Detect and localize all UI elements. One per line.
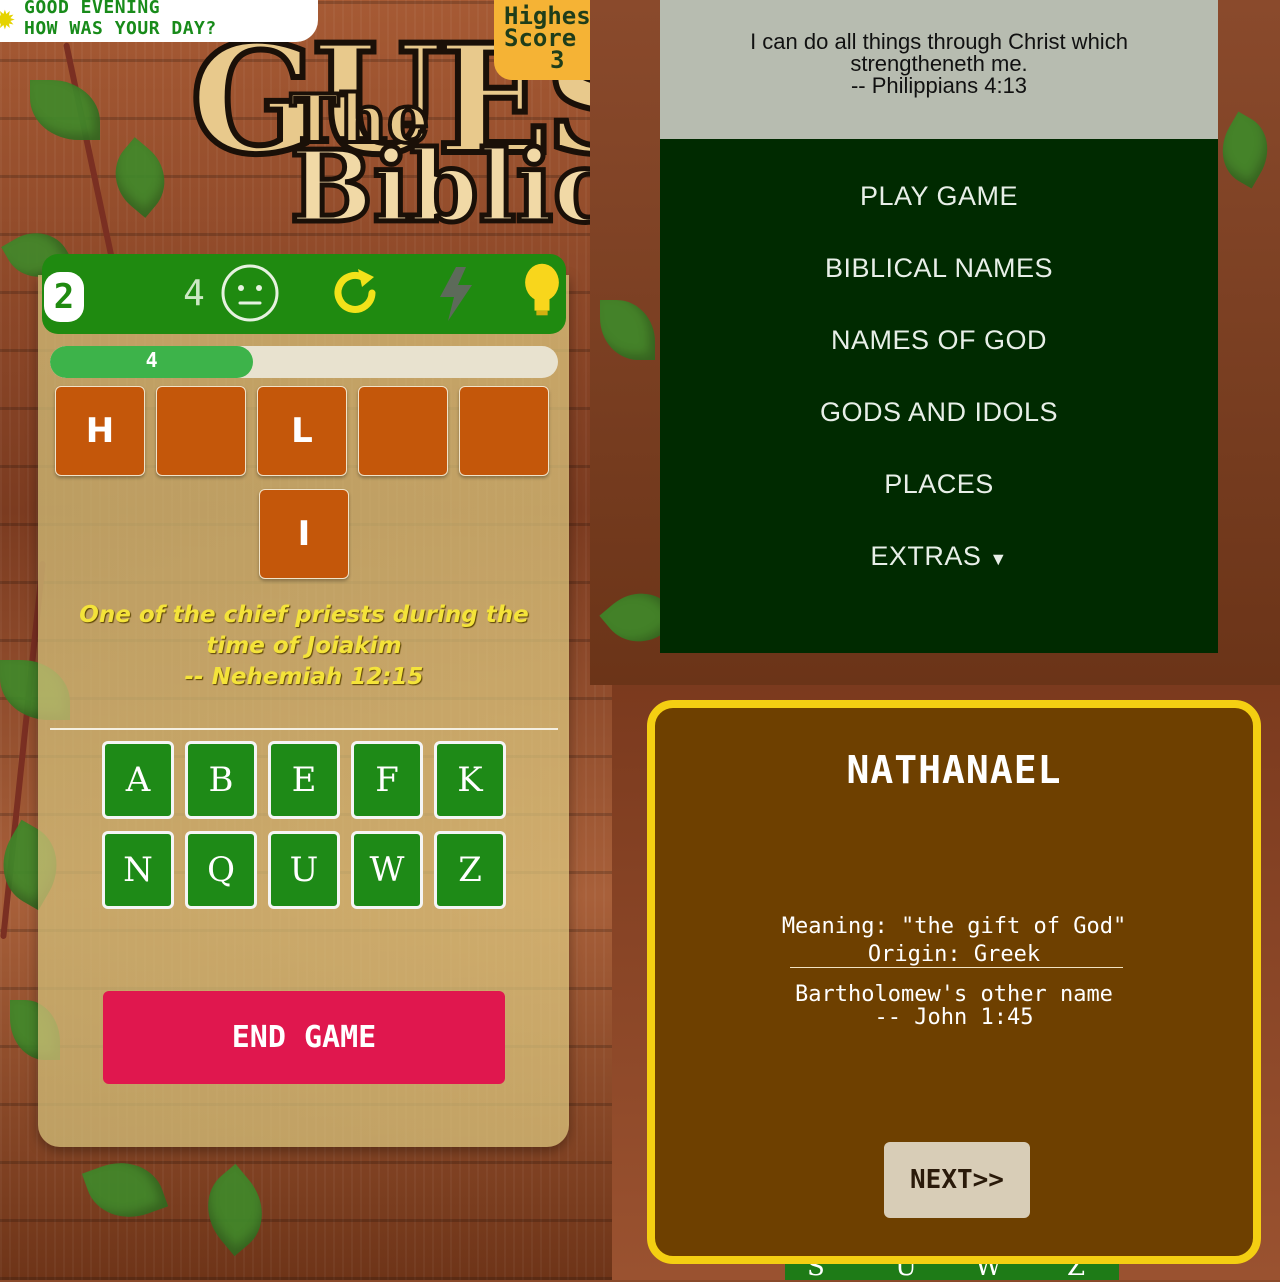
letter-key[interactable]: U [268, 831, 340, 909]
clue-text: One of the chief priests during the time… [50, 600, 558, 693]
lightning-icon[interactable] [426, 263, 486, 323]
lives-counter: 4 [183, 273, 205, 314]
refresh-icon[interactable] [326, 263, 386, 323]
answer-tile[interactable]: L [257, 386, 347, 476]
progress-bar: 4 [50, 346, 558, 378]
lightbulb-icon[interactable] [512, 260, 572, 320]
main-menu: PLAY GAME BIBLICAL NAMES NAMES OF GOD GO… [660, 139, 1218, 653]
letter-key[interactable]: E [268, 741, 340, 819]
verse-banner: I can do all things through Christ which… [660, 0, 1218, 139]
progress-label: 4 [145, 348, 158, 372]
sun-icon: ✹ [0, 6, 16, 36]
name-origin: Origin: Greek [867, 942, 1041, 967]
answer-tile[interactable]: H [55, 386, 145, 476]
clue-line2: time of Joiakim [206, 633, 402, 659]
letter-key[interactable]: Z [434, 831, 506, 909]
verse-line2: strengtheneth me. [850, 51, 1028, 76]
greeting-line2: HOW WAS YOUR DAY? [24, 18, 217, 39]
end-game-button[interactable]: END GAME [103, 991, 505, 1084]
answer-tile[interactable] [459, 386, 549, 476]
round-counter: 2 [44, 272, 84, 322]
answer-tile[interactable] [156, 386, 246, 476]
logo-biblical: Biblical [287, 128, 590, 248]
letter-key[interactable]: B [185, 741, 257, 819]
menu-item-places[interactable]: PLACES [660, 469, 1218, 500]
answer-tile[interactable]: I [259, 489, 349, 579]
menu-item-biblical-names[interactable]: BIBLICAL NAMES [660, 253, 1218, 284]
menu-item-play-game[interactable]: PLAY GAME [660, 181, 1218, 212]
letter-key[interactable]: K [434, 741, 506, 819]
neutral-face-icon[interactable] [220, 263, 280, 323]
name-meaning: Meaning: "the gift of God" [781, 914, 1127, 939]
caret-down-icon: ▼ [989, 549, 1008, 569]
menu-item-extras-label: EXTRAS [870, 541, 982, 571]
letter-key[interactable]: N [102, 831, 174, 909]
menu-item-names-of-god[interactable]: NAMES OF GOD [660, 325, 1218, 356]
letter-key[interactable]: F [351, 741, 423, 819]
menu-item-extras[interactable]: EXTRAS ▼ [660, 541, 1218, 572]
name-note: Bartholomew's other name [795, 982, 1113, 1007]
letter-key[interactable]: A [102, 741, 174, 819]
greeting-banner: ✹ GOOD EVENING HOW WAS YOUR DAY? [0, 0, 318, 42]
answer-tile[interactable] [358, 386, 448, 476]
greeting-line1: GOOD EVENING [24, 0, 161, 18]
clue-reference: -- Nehemiah 12:15 [184, 664, 424, 690]
divider [50, 728, 558, 730]
high-score-value: 3 [550, 46, 565, 74]
verse-reference: -- Philippians 4:13 [850, 73, 1028, 98]
name-title: NATHANAEL [846, 748, 1062, 792]
name-info-card: NATHANAEL Meaning: "the gift of God" Ori… [647, 700, 1261, 1264]
high-score-badge: Highes Score 3 [494, 0, 590, 80]
verse-line1: I can do all things through Christ which [750, 29, 1128, 54]
game-toolbar: 2 4 [42, 254, 566, 334]
name-reference: -- John 1:45 [874, 1005, 1034, 1030]
divider [790, 967, 1123, 968]
clue-line1: One of the chief priests during the [79, 602, 529, 628]
next-button[interactable]: NEXT>> [884, 1142, 1030, 1218]
letter-key[interactable]: Q [185, 831, 257, 909]
letter-key[interactable]: W [351, 831, 423, 909]
score-label: Score [504, 24, 577, 52]
menu-item-gods-and-idols[interactable]: GODS AND IDOLS [660, 397, 1218, 428]
